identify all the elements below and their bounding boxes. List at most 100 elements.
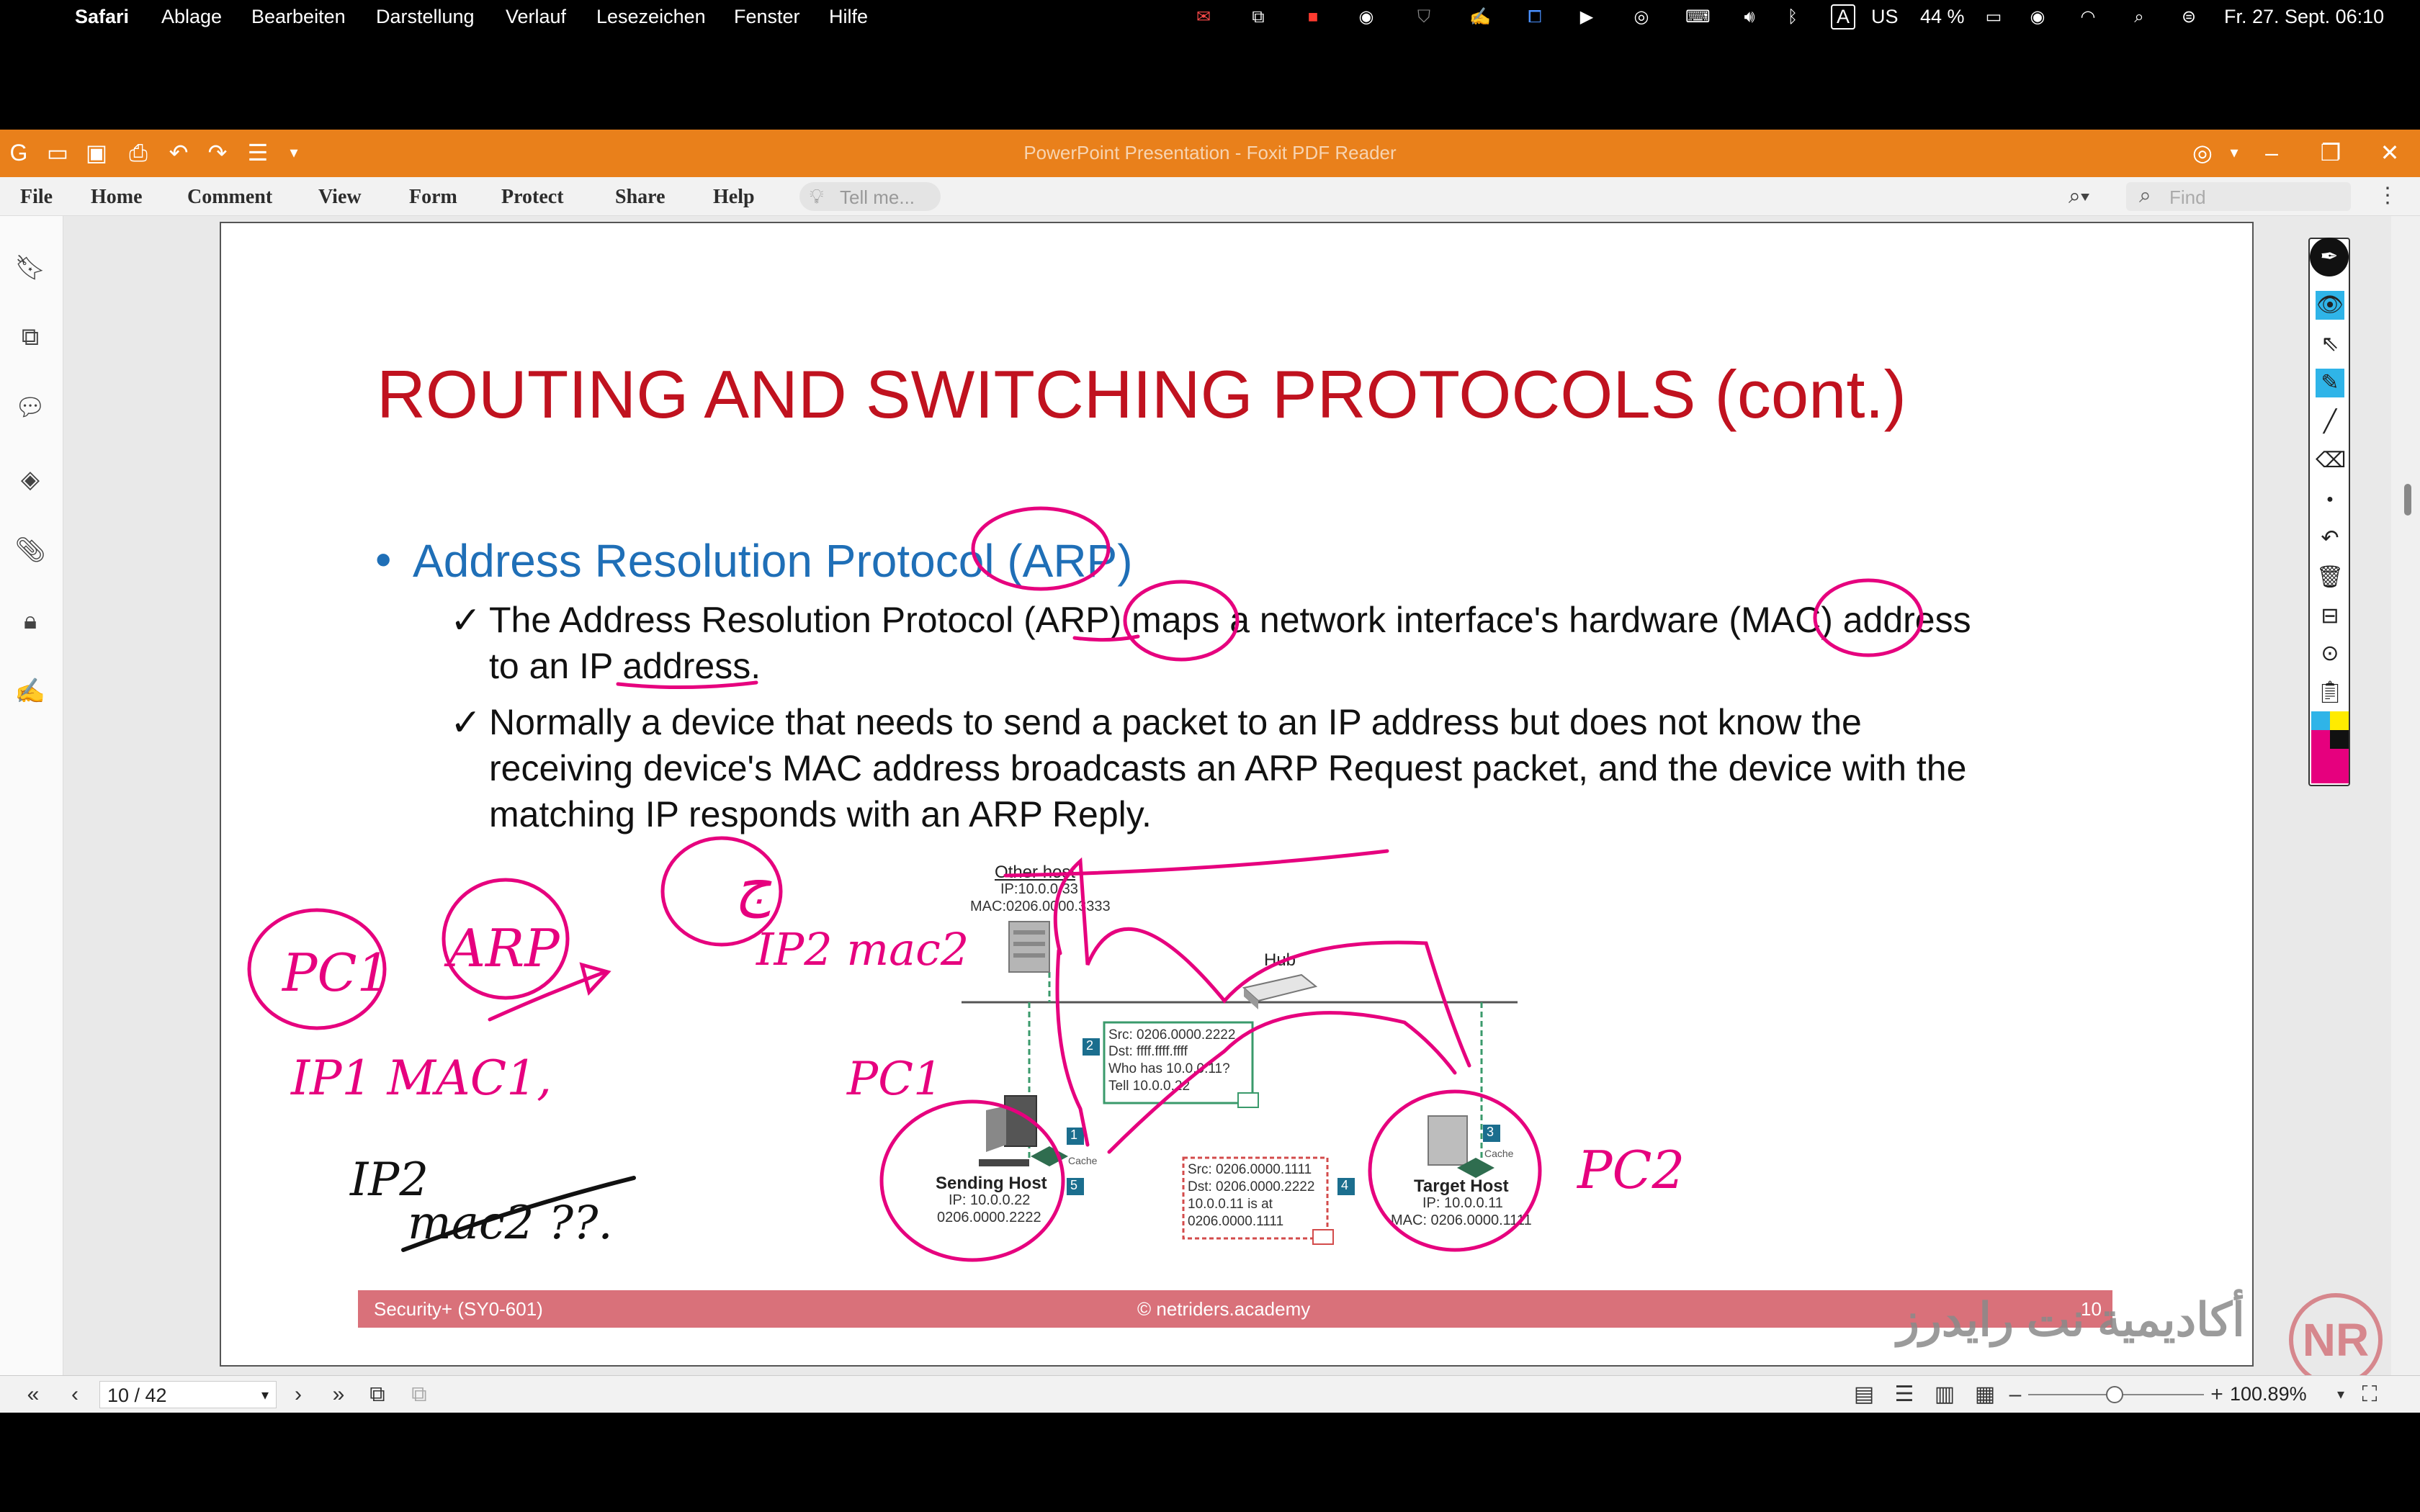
menu-lesezeichen[interactable]: Lesezeichen bbox=[596, 6, 706, 28]
volume-icon[interactable]: 🔊︎ bbox=[1739, 6, 1760, 28]
battery-icon[interactable]: ▭ bbox=[1978, 6, 2009, 28]
adobe-icon[interactable]: ■ bbox=[1302, 6, 1324, 28]
zoom-level[interactable]: 100.89% bbox=[2230, 1383, 2307, 1405]
camera-icon[interactable]: ⊙ bbox=[2316, 639, 2344, 668]
foxit-logo-icon[interactable]: G bbox=[6, 140, 32, 166]
remote-icon[interactable]: ⧉ bbox=[1247, 6, 1269, 28]
clipboard-icon[interactable]: 📋︎ bbox=[2316, 678, 2344, 707]
eye-icon[interactable]: 👁︎ bbox=[2316, 291, 2344, 320]
continuous-icon[interactable]: ☰ bbox=[1891, 1382, 1917, 1408]
next-page-icon[interactable]: › bbox=[285, 1382, 311, 1408]
previous-view-icon[interactable]: ⧉ bbox=[364, 1382, 390, 1408]
signature-icon[interactable]: ✍ bbox=[1469, 6, 1491, 28]
user-icon[interactable]: ◉ bbox=[2027, 6, 2048, 28]
zoom-out-icon[interactable]: – bbox=[2002, 1382, 2028, 1408]
customize-icon[interactable]: ☰ bbox=[245, 140, 271, 166]
netriders-logo: NR bbox=[2289, 1293, 2383, 1387]
redo-icon[interactable]: ↷ bbox=[205, 140, 230, 166]
bluetooth-icon[interactable]: ᛒ bbox=[1782, 6, 1803, 28]
dot-size-icon[interactable]: ● bbox=[2316, 485, 2344, 514]
color-swatch-black[interactable] bbox=[2330, 730, 2349, 749]
airplay-icon[interactable]: ◎ bbox=[1631, 6, 1652, 28]
color-swatch-yellow[interactable] bbox=[2330, 711, 2349, 730]
attachment-icon[interactable]: 📎︎ bbox=[14, 534, 46, 566]
menu-help[interactable]: Help bbox=[713, 186, 755, 209]
menu-form[interactable]: Form bbox=[409, 186, 457, 209]
menu-share[interactable]: Share bbox=[615, 186, 666, 209]
account-dropdown-icon[interactable]: ▾ bbox=[2221, 140, 2247, 166]
pen-icon[interactable]: ╱ bbox=[2316, 408, 2344, 436]
tell-me-field[interactable]: 💡︎ Tell me... bbox=[799, 182, 941, 211]
input-source-icon[interactable]: A bbox=[1831, 4, 1856, 30]
first-page-icon[interactable]: « bbox=[20, 1382, 46, 1408]
window-title: PowerPoint Presentation - Foxit PDF Read… bbox=[1023, 142, 1397, 163]
cursor-icon[interactable]: ⇖ bbox=[2316, 330, 2344, 359]
wifi-icon[interactable]: ◠ bbox=[2077, 6, 2099, 28]
trash-icon[interactable]: 🗑︎ bbox=[2316, 563, 2344, 592]
current-color-swatch[interactable] bbox=[2311, 749, 2349, 783]
scrollbar-thumb[interactable] bbox=[2404, 484, 2411, 516]
minimize-icon[interactable]: – bbox=[2259, 140, 2285, 166]
fullscreen-icon[interactable]: ⛶ bbox=[2357, 1382, 2383, 1408]
menu-view[interactable]: View bbox=[318, 186, 362, 209]
single-page-icon[interactable]: ▤ bbox=[1851, 1382, 1877, 1408]
zoom-dropdown-icon[interactable]: ▾ bbox=[2328, 1382, 2354, 1408]
zoom-slider-thumb[interactable] bbox=[2106, 1386, 2123, 1403]
shield-icon[interactable]: ⛉ bbox=[1413, 6, 1435, 28]
menubar-app[interactable]: Safari bbox=[75, 6, 129, 28]
pages-icon[interactable]: ⧉ bbox=[14, 321, 46, 353]
menu-verlauf[interactable]: Verlauf bbox=[506, 6, 566, 28]
zoom-in-icon[interactable]: + bbox=[2204, 1382, 2230, 1408]
vertical-scrollbar[interactable] bbox=[2391, 216, 2420, 1375]
account-icon[interactable]: ◎ bbox=[2190, 140, 2215, 166]
keyboard-icon[interactable]: ⌨ bbox=[1685, 6, 1711, 28]
qat-dropdown-icon[interactable]: ▾ bbox=[281, 140, 307, 166]
play-icon[interactable]: ▶ bbox=[1576, 6, 1597, 28]
screenshot-icon[interactable]: ⧠ bbox=[1524, 6, 1546, 28]
layers-icon[interactable]: ◈ bbox=[14, 464, 46, 495]
menu-fenster[interactable]: Fenster bbox=[734, 6, 800, 28]
close-icon[interactable]: ✕ bbox=[2377, 140, 2403, 166]
highlighter-icon[interactable]: ✎ bbox=[2316, 369, 2344, 397]
facing-icon[interactable]: ▥ bbox=[1932, 1382, 1958, 1408]
page-number-field[interactable]: 10 / 42 ▾ bbox=[99, 1381, 277, 1408]
undo-icon[interactable]: ↶ bbox=[166, 140, 192, 166]
eraser-icon[interactable]: ⌫ bbox=[2316, 446, 2346, 475]
menu-file[interactable]: File bbox=[20, 186, 53, 209]
search-options-icon[interactable]: ⌕▾ bbox=[2069, 184, 2089, 209]
app-icon[interactable]: ◉ bbox=[1355, 6, 1377, 28]
prev-page-icon[interactable]: ‹ bbox=[62, 1382, 88, 1408]
next-view-icon[interactable]: ⧉ bbox=[406, 1382, 432, 1408]
menu-home[interactable]: Home bbox=[91, 186, 143, 209]
last-page-icon[interactable]: » bbox=[326, 1382, 351, 1408]
page-dropdown-icon[interactable]: ▾ bbox=[261, 1386, 269, 1404]
spotlight-icon[interactable]: ⌕ bbox=[2128, 6, 2150, 28]
print-icon[interactable]: ⎙ bbox=[125, 140, 151, 166]
find-field[interactable]: ⌕ Find bbox=[2126, 182, 2351, 211]
battery-percent: 44 % bbox=[1920, 6, 1965, 27]
comments-icon[interactable]: 💬︎ bbox=[14, 392, 46, 423]
menu-comment[interactable]: Comment bbox=[187, 186, 272, 209]
step-1-label: 1 bbox=[1070, 1128, 1078, 1142]
undo-ink-icon[interactable]: ↶ bbox=[2316, 524, 2344, 553]
control-center-icon[interactable]: ⊜ bbox=[2178, 6, 2200, 28]
menu-hilfe[interactable]: Hilfe bbox=[829, 6, 868, 28]
open-folder-icon[interactable]: ▭ bbox=[45, 140, 71, 166]
color-swatch-cyan[interactable] bbox=[2311, 711, 2330, 730]
pen-tool-icon[interactable]: ✒ bbox=[2310, 238, 2349, 276]
save-icon[interactable]: ▣ bbox=[84, 140, 109, 166]
signature-panel-icon[interactable]: ✍ bbox=[14, 675, 46, 707]
menu-bearbeiten[interactable]: Bearbeiten bbox=[251, 6, 346, 28]
more-options-icon[interactable]: ⋮ bbox=[2377, 183, 2398, 208]
gmail-icon[interactable]: ✉ bbox=[1193, 6, 1214, 28]
color-swatch-magenta[interactable] bbox=[2311, 730, 2330, 749]
security-lock-icon[interactable]: 🔒︎ bbox=[14, 605, 46, 636]
restore-icon[interactable]: ❐ bbox=[2318, 140, 2344, 166]
presentation-icon[interactable]: ⊟ bbox=[2316, 602, 2344, 631]
menu-protect[interactable]: Protect bbox=[501, 186, 564, 209]
menu-darstellung[interactable]: Darstellung bbox=[376, 6, 475, 28]
keyboard-layout[interactable]: US bbox=[1871, 6, 1899, 28]
continuous-facing-icon[interactable]: ▦ bbox=[1972, 1382, 1998, 1408]
bookmark-icon[interactable]: 🔖︎ bbox=[14, 252, 46, 284]
menu-ablage[interactable]: Ablage bbox=[161, 6, 222, 28]
